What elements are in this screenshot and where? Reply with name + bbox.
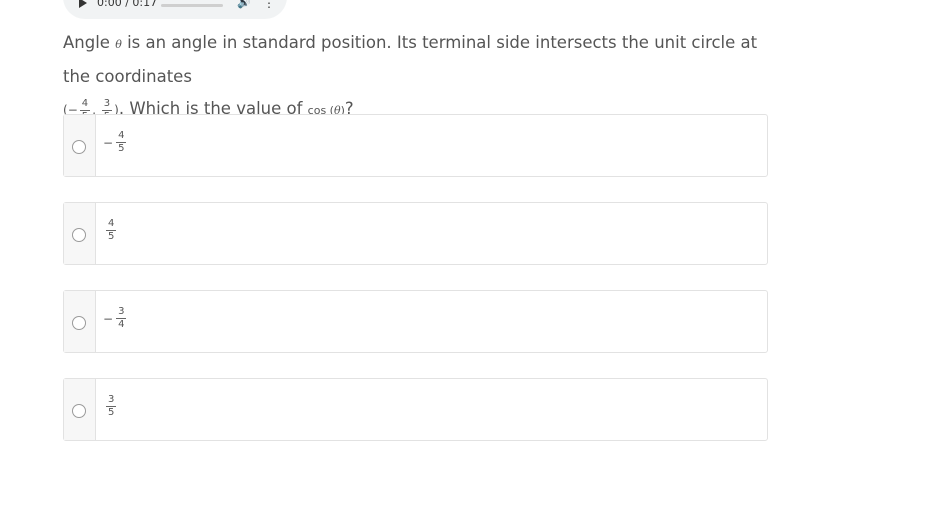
- numerator: 4: [106, 218, 117, 231]
- fraction: 35: [106, 394, 117, 419]
- fraction: 45: [106, 218, 117, 243]
- numerator: 3: [116, 306, 127, 319]
- answer-value: − 34: [103, 306, 128, 331]
- denominator: 5: [118, 143, 125, 154]
- radio-cell[interactable]: [64, 203, 96, 264]
- radio-button[interactable]: [72, 316, 86, 330]
- answer-value: − 45: [103, 130, 128, 155]
- minus-sign: −: [103, 311, 114, 326]
- question-text-part: is an angle in standard position. Its te…: [63, 33, 758, 86]
- numerator: 3: [101, 98, 113, 111]
- fraction: 34: [116, 306, 127, 331]
- audio-progress-track[interactable]: [161, 4, 223, 7]
- volume-icon[interactable]: 🔊: [237, 0, 251, 9]
- radio-button[interactable]: [72, 228, 86, 242]
- numerator: 3: [106, 394, 117, 407]
- radio-cell[interactable]: [64, 379, 96, 440]
- minus-sign: −: [103, 135, 114, 150]
- denominator: 5: [108, 231, 115, 242]
- numerator: 4: [79, 98, 91, 111]
- question-text-part: Angle: [63, 33, 116, 52]
- radio-cell[interactable]: [64, 291, 96, 352]
- audio-time: 0:00 / 0:17: [97, 0, 158, 9]
- denominator: 5: [108, 407, 115, 418]
- answer-option[interactable]: − 34: [63, 290, 768, 353]
- fraction: 45: [116, 130, 127, 155]
- radio-button[interactable]: [72, 140, 86, 154]
- radio-button[interactable]: [72, 404, 86, 418]
- answer-value: 35: [103, 394, 118, 419]
- answer-value: 45: [103, 218, 118, 243]
- play-icon[interactable]: [79, 0, 87, 8]
- answer-option[interactable]: 35: [63, 378, 768, 441]
- answer-options: − 45 45 − 34 35: [63, 114, 768, 466]
- theta-symbol: θ: [115, 38, 122, 51]
- more-options-icon[interactable]: ⋮: [263, 0, 275, 10]
- radio-cell[interactable]: [64, 115, 96, 176]
- answer-option[interactable]: − 45: [63, 114, 768, 177]
- numerator: 4: [116, 130, 127, 143]
- denominator: 4: [118, 319, 125, 330]
- audio-player[interactable]: 0:00 / 0:17 🔊 ⋮: [63, 0, 287, 19]
- answer-option[interactable]: 45: [63, 202, 768, 265]
- question-text: Angle θ is an angle in standard position…: [63, 27, 783, 127]
